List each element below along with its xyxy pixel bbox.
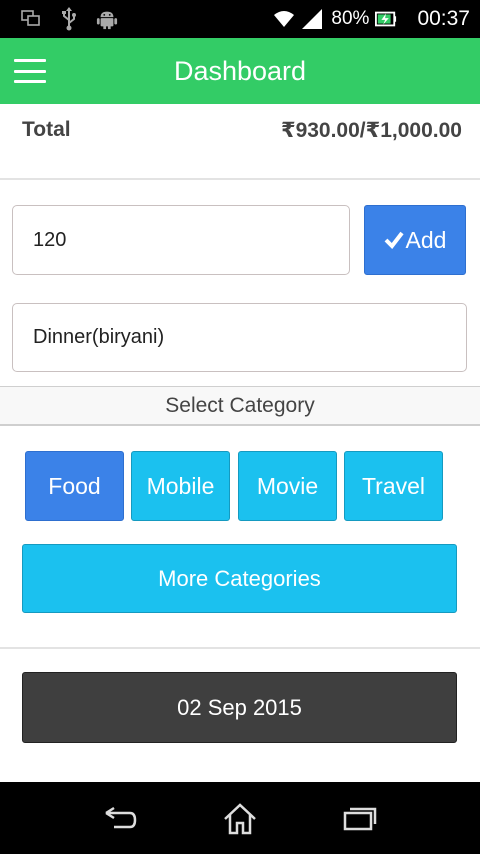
category-movie-button[interactable]: Movie bbox=[238, 451, 337, 521]
category-mobile-button[interactable]: Mobile bbox=[131, 451, 230, 521]
wifi-icon bbox=[273, 8, 295, 30]
signal-icon bbox=[301, 8, 323, 30]
amount-input[interactable] bbox=[12, 205, 350, 275]
total-value: ₹930.00/₹1,000.00 bbox=[280, 119, 462, 142]
total-summary: Total ₹930.00/₹1,000.00 bbox=[0, 104, 480, 180]
add-button-label: Add bbox=[405, 226, 447, 253]
add-button[interactable]: Add bbox=[364, 205, 466, 275]
total-label: Total bbox=[22, 118, 71, 141]
navigation-bar bbox=[0, 782, 480, 854]
more-categories-button[interactable]: More Categories bbox=[22, 544, 457, 613]
screenshot-icon bbox=[20, 8, 42, 30]
home-icon[interactable] bbox=[220, 802, 260, 836]
category-food-button[interactable]: Food bbox=[25, 451, 124, 521]
system-status: 80% 00:37 bbox=[273, 7, 480, 31]
clock: 00:37 bbox=[417, 7, 470, 30]
app-bar: Dashboard bbox=[0, 38, 480, 104]
battery-percent: 80% bbox=[331, 8, 370, 29]
notification-icons bbox=[0, 7, 118, 31]
category-travel-button[interactable]: Travel bbox=[344, 451, 443, 521]
category-header: Select Category bbox=[0, 386, 480, 426]
recent-apps-icon[interactable] bbox=[340, 802, 380, 836]
status-bar: 80% 00:37 bbox=[0, 0, 480, 38]
android-icon bbox=[96, 8, 118, 30]
date-picker-button[interactable]: 02 Sep 2015 bbox=[22, 672, 457, 743]
menu-icon[interactable] bbox=[14, 59, 46, 83]
battery-charging-icon bbox=[375, 8, 397, 30]
usb-icon bbox=[58, 7, 80, 31]
page-title: Dashboard bbox=[173, 55, 307, 86]
back-icon[interactable] bbox=[100, 802, 140, 836]
check-icon bbox=[384, 231, 404, 249]
description-input[interactable] bbox=[12, 303, 467, 372]
divider bbox=[0, 647, 480, 649]
